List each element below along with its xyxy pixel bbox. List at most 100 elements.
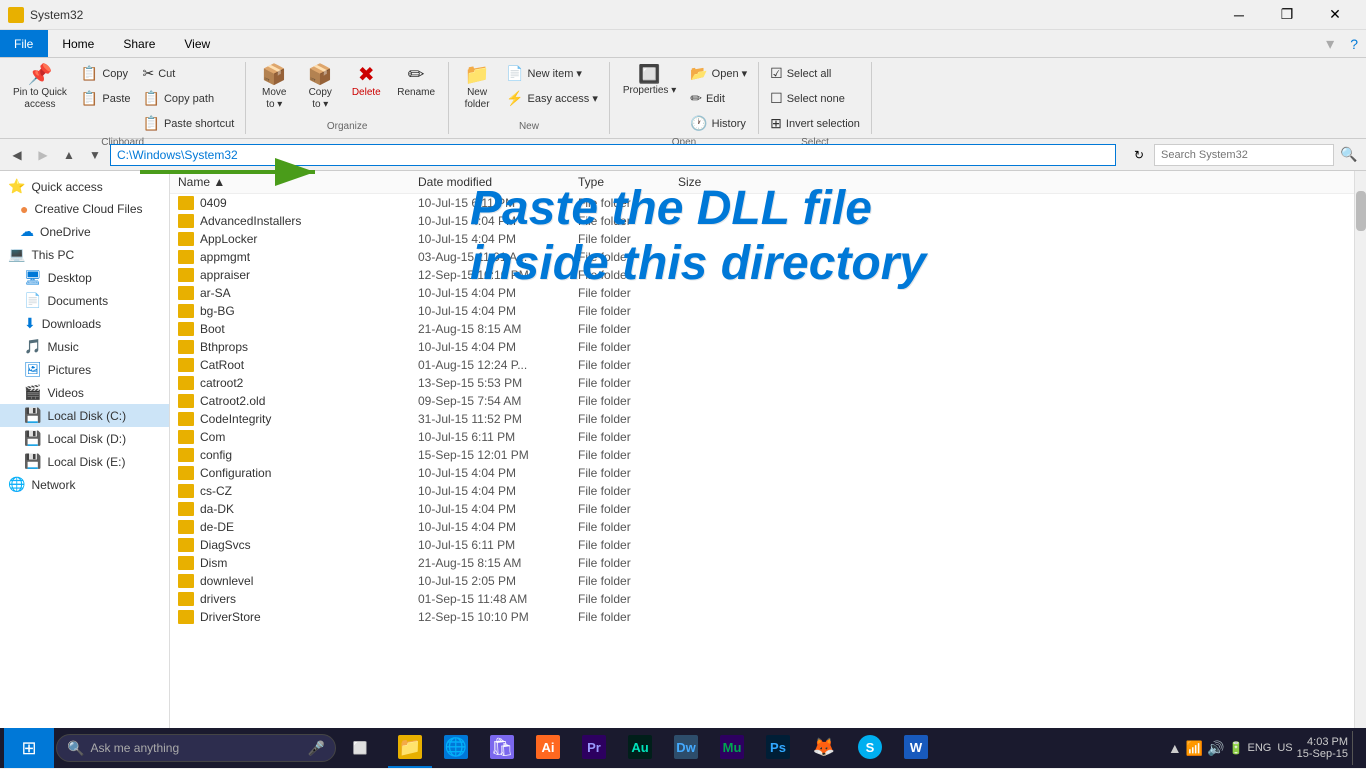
sidebar-item-local-disk-c[interactable]: 💾 Local Disk (C:): [0, 404, 169, 427]
sidebar-item-videos[interactable]: 🎬 Videos: [0, 381, 169, 404]
move-to-button[interactable]: 📦 Moveto ▾: [252, 62, 296, 114]
copy-path-button[interactable]: 📋 Copy path: [138, 87, 240, 110]
table-row[interactable]: Com 10-Jul-15 6:11 PM File folder: [170, 428, 1354, 446]
taskbar-search[interactable]: 🔍 Ask me anything 🎤: [56, 734, 336, 762]
start-button[interactable]: ⊞: [4, 728, 54, 768]
table-row[interactable]: config 15-Sep-15 12:01 PM File folder: [170, 446, 1354, 464]
column-header-type[interactable]: Type: [578, 175, 678, 189]
select-all-button[interactable]: ☑ Select all: [765, 62, 865, 85]
table-row[interactable]: ar-SA 10-Jul-15 4:04 PM File folder: [170, 284, 1354, 302]
taskbar-app-word[interactable]: W: [894, 728, 938, 768]
taskbar-app-ai[interactable]: Ai: [526, 728, 570, 768]
new-folder-button[interactable]: 📁 Newfolder: [455, 62, 499, 114]
table-row[interactable]: Catroot2.old 09-Sep-15 7:54 AM File fold…: [170, 392, 1354, 410]
taskbar-app-premiere[interactable]: Pr: [572, 728, 616, 768]
properties-button[interactable]: 🔲 Properties ▾: [616, 62, 683, 100]
tab-home[interactable]: Home: [48, 30, 109, 57]
table-row[interactable]: drivers 01-Sep-15 11:48 AM File folder: [170, 590, 1354, 608]
column-header-date[interactable]: Date modified: [418, 175, 578, 189]
sidebar-item-downloads[interactable]: ⬇ Downloads: [0, 312, 169, 335]
sidebar-item-network[interactable]: 🌐 Network: [0, 473, 169, 496]
table-row[interactable]: AppLocker 10-Jul-15 4:04 PM File folder: [170, 230, 1354, 248]
battery-icon[interactable]: 🔋: [1229, 741, 1244, 755]
table-row[interactable]: Dism 21-Aug-15 8:15 AM File folder: [170, 554, 1354, 572]
taskbar-app-firefox[interactable]: 🦊: [802, 728, 846, 768]
tab-view[interactable]: View: [170, 30, 225, 57]
refresh-button[interactable]: ↻: [1128, 144, 1150, 166]
show-desktop-button[interactable]: [1352, 731, 1358, 765]
invert-selection-button[interactable]: ⊞ Invert selection: [765, 112, 865, 135]
maximize-button[interactable]: ❐: [1264, 0, 1310, 30]
tab-share[interactable]: Share: [109, 30, 170, 57]
paste-shortcut-button[interactable]: 📋 Paste shortcut: [138, 112, 240, 135]
taskbar-clock[interactable]: 4:03 PM 15-Sep-15: [1297, 736, 1348, 760]
sidebar-item-creative-cloud[interactable]: ● Creative Cloud Files: [0, 198, 169, 220]
sidebar-item-this-pc[interactable]: 💻 This PC: [0, 243, 169, 266]
pin-to-quick-access-button[interactable]: 📌 Pin to Quickaccess: [6, 62, 74, 114]
recent-locations-button[interactable]: ▼: [84, 144, 106, 166]
table-row[interactable]: DriverStore 12-Sep-15 10:10 PM File fold…: [170, 608, 1354, 626]
table-row[interactable]: DiagSvcs 10-Jul-15 6:11 PM File folder: [170, 536, 1354, 554]
network-tray-icon[interactable]: 📶: [1186, 740, 1203, 757]
table-row[interactable]: CatRoot 01-Aug-15 12:24 P... File folder: [170, 356, 1354, 374]
volume-icon[interactable]: 🔊: [1207, 740, 1224, 757]
sidebar-item-onedrive[interactable]: ☁ OneDrive: [0, 220, 169, 243]
table-row[interactable]: Bthprops 10-Jul-15 4:04 PM File folder: [170, 338, 1354, 356]
table-row[interactable]: de-DE 10-Jul-15 4:04 PM File folder: [170, 518, 1354, 536]
history-button[interactable]: 🕐 History: [685, 112, 752, 135]
edit-button[interactable]: ✏ Edit: [685, 87, 752, 110]
table-row[interactable]: AdvancedInstallers 10-Jul-15 4:04 PM Fil…: [170, 212, 1354, 230]
taskbar-app-audition[interactable]: Au: [618, 728, 662, 768]
open-button[interactable]: 📂 Open ▾: [685, 62, 752, 85]
close-button[interactable]: ✕: [1312, 0, 1358, 30]
table-row[interactable]: Configuration 10-Jul-15 4:04 PM File fol…: [170, 464, 1354, 482]
help-icon[interactable]: ?: [1342, 30, 1366, 57]
taskbar-app-skype[interactable]: S: [848, 728, 892, 768]
taskbar-app-dreamweaver[interactable]: Dw: [664, 728, 708, 768]
task-view-button[interactable]: ⬜: [338, 728, 382, 768]
select-none-button[interactable]: ☐ Select none: [765, 87, 865, 110]
taskbar-app-edge[interactable]: 🌐: [434, 728, 478, 768]
table-row[interactable]: 0409 10-Jul-15 6:11 PM File folder: [170, 194, 1354, 212]
taskbar-app-file-explorer[interactable]: 📁: [388, 728, 432, 768]
copy-button[interactable]: 📋 Copy: [76, 62, 136, 85]
sidebar-item-desktop[interactable]: 🖥 Desktop: [0, 266, 169, 289]
forward-button[interactable]: ▶: [32, 144, 54, 166]
up-button[interactable]: ▲: [58, 144, 80, 166]
sidebar-item-pictures[interactable]: 🖼 Pictures: [0, 358, 169, 381]
easy-access-button[interactable]: ⚡ Easy access ▾: [501, 87, 603, 110]
paste-button[interactable]: 📋 Paste: [76, 87, 136, 110]
this-pc-label: This PC: [31, 248, 74, 262]
search-input[interactable]: [1154, 144, 1334, 166]
copy-to-button[interactable]: 📦 Copyto ▾: [298, 62, 342, 114]
table-row[interactable]: catroot2 13-Sep-15 5:53 PM File folder: [170, 374, 1354, 392]
taskbar-app-photoshop[interactable]: Ps: [756, 728, 800, 768]
search-button[interactable]: 🔍: [1338, 144, 1360, 166]
back-button[interactable]: ◀: [6, 144, 28, 166]
table-row[interactable]: bg-BG 10-Jul-15 4:04 PM File folder: [170, 302, 1354, 320]
scrollbar[interactable]: [1354, 171, 1366, 745]
table-row[interactable]: downlevel 10-Jul-15 2:05 PM File folder: [170, 572, 1354, 590]
language-indicator[interactable]: ENG US: [1248, 742, 1293, 754]
sidebar-item-local-disk-e[interactable]: 💾 Local Disk (E:): [0, 450, 169, 473]
table-row[interactable]: cs-CZ 10-Jul-15 4:04 PM File folder: [170, 482, 1354, 500]
tab-file[interactable]: File: [0, 30, 48, 57]
taskbar-app-store[interactable]: 🛍: [480, 728, 524, 768]
sidebar-item-music[interactable]: 🎵 Music: [0, 335, 169, 358]
table-row[interactable]: appmgmt 03-Aug-15 11:01 A... File folder: [170, 248, 1354, 266]
sidebar-item-documents[interactable]: 📄 Documents: [0, 289, 169, 312]
minimize-button[interactable]: ─: [1216, 0, 1262, 30]
rename-button[interactable]: ✏ Rename: [390, 62, 442, 102]
chevron-up-icon[interactable]: ▲: [1168, 740, 1182, 756]
column-header-size[interactable]: Size: [678, 175, 758, 189]
sidebar-item-local-disk-d[interactable]: 💾 Local Disk (D:): [0, 427, 169, 450]
table-row[interactable]: CodeIntegrity 31-Jul-15 11:52 PM File fo…: [170, 410, 1354, 428]
taskbar-app-muse[interactable]: Mu: [710, 728, 754, 768]
cut-button[interactable]: ✂ Cut: [138, 62, 240, 85]
table-row[interactable]: appraiser 12-Sep-15 10:10 PM File folder: [170, 266, 1354, 284]
ribbon-expand-icon[interactable]: ▾: [1318, 30, 1342, 57]
delete-button[interactable]: ✖ Delete: [344, 62, 388, 102]
new-item-button[interactable]: 📄 New item ▾: [501, 62, 603, 85]
table-row[interactable]: Boot 21-Aug-15 8:15 AM File folder: [170, 320, 1354, 338]
table-row[interactable]: da-DK 10-Jul-15 4:04 PM File folder: [170, 500, 1354, 518]
